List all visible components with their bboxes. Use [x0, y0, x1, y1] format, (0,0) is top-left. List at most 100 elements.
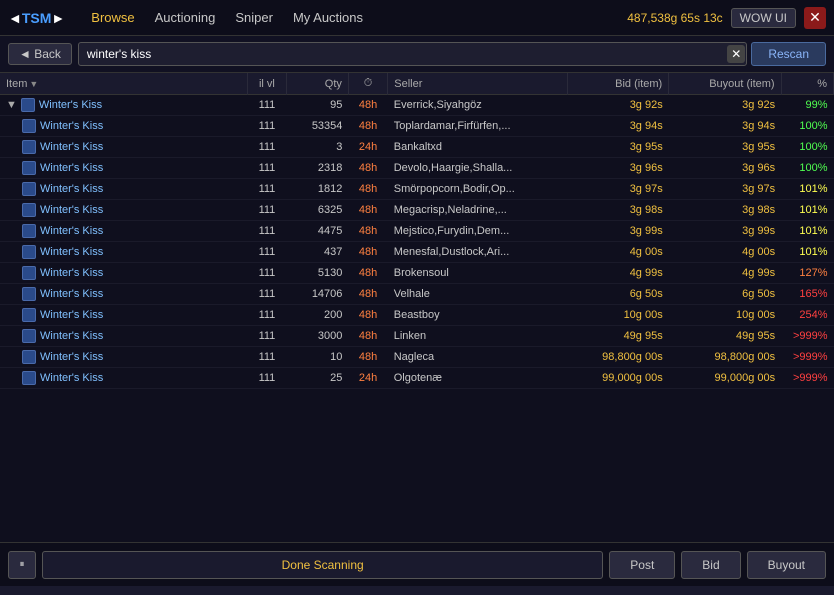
cell-ilvl: 111 — [247, 200, 286, 221]
auction-table-container: Item▼ il vl Qty ⏱ Seller Bid (item) Buyo… — [0, 73, 834, 542]
cell-pct: >999% — [781, 347, 833, 368]
cell-time: 48h — [348, 305, 387, 326]
group-expand-icon[interactable]: ▼ — [6, 99, 17, 111]
cell-bid: 10g 00s — [568, 305, 669, 326]
cell-buyout: 99,000g 00s — [669, 368, 781, 389]
clear-search-button[interactable]: ✕ — [727, 45, 745, 63]
item-name: Winter's Kiss — [40, 141, 103, 153]
cell-pct: 101% — [781, 242, 833, 263]
cell-seller: Bankaltxd — [388, 137, 568, 158]
nav-browse[interactable]: Browse — [81, 6, 144, 29]
cell-ilvl: 111 — [247, 263, 286, 284]
cell-pct: 99% — [781, 95, 833, 116]
cell-pct: 254% — [781, 305, 833, 326]
table-row[interactable]: Winter's Kiss1115335448hToplardamar,Firf… — [0, 116, 834, 137]
item-name: Winter's Kiss — [40, 120, 103, 132]
cell-pct: 101% — [781, 221, 833, 242]
table-body: ▼Winter's Kiss1119548hEverrick,Siyahgöz3… — [0, 95, 834, 389]
col-header-seller[interactable]: Seller — [388, 73, 568, 95]
item-name: Winter's Kiss — [39, 99, 102, 111]
nav-sniper[interactable]: Sniper — [225, 6, 283, 29]
item-icon — [22, 245, 36, 259]
col-header-time[interactable]: ⏱ — [348, 73, 387, 95]
cell-bid: 6g 50s — [568, 284, 669, 305]
table-row[interactable]: Winter's Kiss1112524hOlgotenæ99,000g 00s… — [0, 368, 834, 389]
cell-qty: 4475 — [287, 221, 349, 242]
cell-buyout: 98,800g 00s — [669, 347, 781, 368]
item-name: Winter's Kiss — [40, 351, 103, 363]
item-name: Winter's Kiss — [40, 246, 103, 258]
col-header-pct[interactable]: % — [781, 73, 833, 95]
table-row[interactable]: Winter's Kiss111447548hMejstico,Furydin,… — [0, 221, 834, 242]
close-button[interactable]: ✕ — [804, 7, 826, 29]
cell-pct: 101% — [781, 179, 833, 200]
cell-pct: 100% — [781, 158, 833, 179]
table-row[interactable]: Winter's Kiss111231848hDevolo,Haargie,Sh… — [0, 158, 834, 179]
cell-seller: Velhale — [388, 284, 568, 305]
cell-ilvl: 111 — [247, 116, 286, 137]
cell-bid: 3g 96s — [568, 158, 669, 179]
col-header-bid[interactable]: Bid (item) — [568, 73, 669, 95]
table-row[interactable]: Winter's Kiss111300048hLinken49g 95s49g … — [0, 326, 834, 347]
navbar: ◄TSM► Browse Auctioning Sniper My Auctio… — [0, 0, 834, 36]
cell-buyout: 49g 95s — [669, 326, 781, 347]
cell-qty: 3000 — [287, 326, 349, 347]
cell-seller: Nagleca — [388, 347, 568, 368]
buyout-button[interactable]: Buyout — [747, 551, 826, 579]
col-header-item[interactable]: Item▼ — [0, 73, 247, 95]
cell-seller: Menesfal,Dustlock,Ari... — [388, 242, 568, 263]
back-button[interactable]: ◄ Back — [8, 43, 72, 65]
wow-ui-button[interactable]: WOW UI — [731, 8, 796, 28]
nav-auctioning[interactable]: Auctioning — [145, 6, 226, 29]
post-button[interactable]: Post — [609, 551, 675, 579]
cell-qty: 1812 — [287, 179, 349, 200]
cell-buyout: 3g 94s — [669, 116, 781, 137]
pause-button[interactable]: ⏸ — [8, 551, 36, 579]
cell-ilvl: 111 — [247, 368, 286, 389]
search-input[interactable] — [78, 42, 747, 66]
table-row[interactable]: ▼Winter's Kiss1119548hEverrick,Siyahgöz3… — [0, 95, 834, 116]
table-header-row: Item▼ il vl Qty ⏱ Seller Bid (item) Buyo… — [0, 73, 834, 95]
col-header-qty[interactable]: Qty — [287, 73, 349, 95]
item-icon — [22, 266, 36, 280]
col-header-ilvl[interactable]: il vl — [247, 73, 286, 95]
cell-ilvl: 111 — [247, 158, 286, 179]
item-name: Winter's Kiss — [40, 162, 103, 174]
col-header-buyout[interactable]: Buyout (item) — [669, 73, 781, 95]
cell-seller: Linken — [388, 326, 568, 347]
bottom-bar: ⏸ Done Scanning Post Bid Buyout — [0, 542, 834, 586]
item-name: Winter's Kiss — [40, 183, 103, 195]
gold-display: 487,538g 65s 13c — [627, 11, 722, 25]
bid-button[interactable]: Bid — [681, 551, 740, 579]
table-row[interactable]: Winter's Kiss111632548hMegacrisp,Neladri… — [0, 200, 834, 221]
cell-ilvl: 111 — [247, 347, 286, 368]
cell-bid: 3g 99s — [568, 221, 669, 242]
cell-seller: Brokensoul — [388, 263, 568, 284]
cell-item: Winter's Kiss — [0, 116, 247, 137]
status-bar: Done Scanning — [42, 551, 603, 579]
table-row[interactable]: Winter's Kiss111324hBankaltxd3g 95s3g 95… — [0, 137, 834, 158]
cell-ilvl: 111 — [247, 305, 286, 326]
item-name: Winter's Kiss — [40, 225, 103, 237]
item-name: Winter's Kiss — [40, 204, 103, 216]
cell-bid: 3g 94s — [568, 116, 669, 137]
table-row[interactable]: Winter's Kiss11120048hBeastboy10g 00s10g… — [0, 305, 834, 326]
cell-item: Winter's Kiss — [0, 242, 247, 263]
cell-seller: Everrick,Siyahgöz — [388, 95, 568, 116]
table-row[interactable]: Winter's Kiss1111470648hVelhale6g 50s6g … — [0, 284, 834, 305]
cell-time: 48h — [348, 158, 387, 179]
item-icon — [22, 203, 36, 217]
nav-myauctions[interactable]: My Auctions — [283, 6, 373, 29]
table-row[interactable]: Winter's Kiss1111048hNagleca98,800g 00s9… — [0, 347, 834, 368]
table-row[interactable]: Winter's Kiss11143748hMenesfal,Dustlock,… — [0, 242, 834, 263]
table-row[interactable]: Winter's Kiss111181248hSmörpopcorn,Bodir… — [0, 179, 834, 200]
search-bar: ◄ Back ✕ Rescan — [0, 36, 834, 73]
cell-item: Winter's Kiss — [0, 347, 247, 368]
table-row[interactable]: Winter's Kiss111513048hBrokensoul4g 99s4… — [0, 263, 834, 284]
cell-time: 48h — [348, 95, 387, 116]
cell-buyout: 3g 92s — [669, 95, 781, 116]
cell-qty: 437 — [287, 242, 349, 263]
cell-bid: 3g 97s — [568, 179, 669, 200]
cell-buyout: 3g 97s — [669, 179, 781, 200]
rescan-button[interactable]: Rescan — [751, 42, 826, 66]
